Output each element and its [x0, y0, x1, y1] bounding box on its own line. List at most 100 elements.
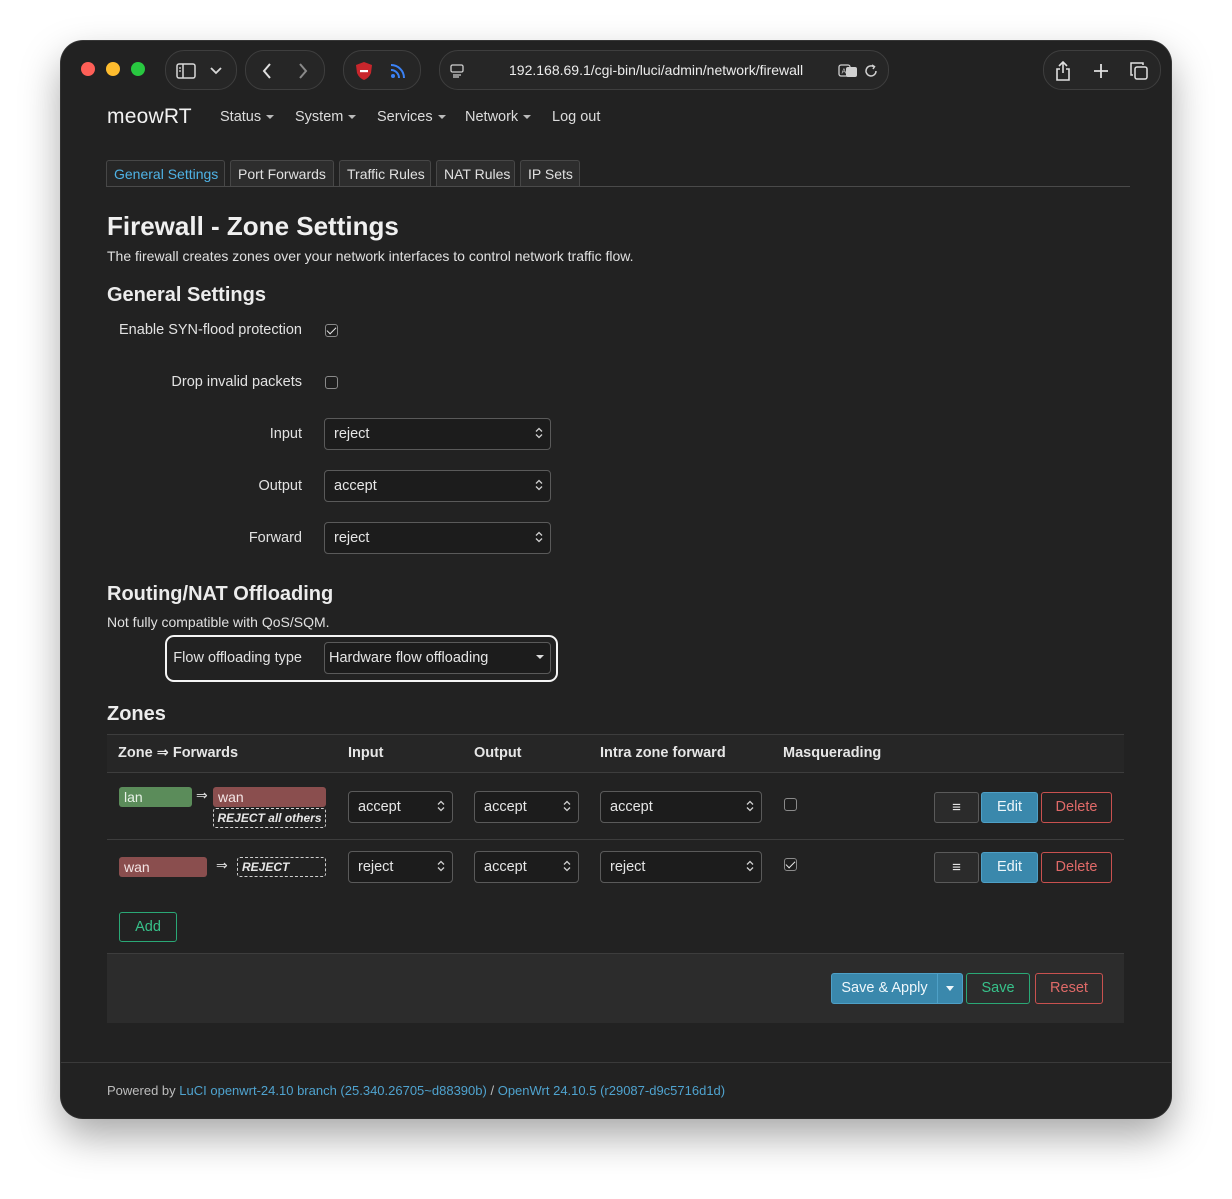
zone-output-select[interactable]: accept [474, 851, 579, 883]
output-label: Output [258, 478, 302, 494]
save-apply-dropdown-button[interactable] [937, 973, 963, 1004]
add-zone-button[interactable]: Add [119, 912, 177, 942]
menu-system[interactable]: System [295, 109, 357, 125]
forward-label: Forward [248, 530, 302, 546]
select-updown-icon [746, 852, 754, 882]
drag-handle-button[interactable]: ≡ [934, 792, 979, 823]
edit-zone-button[interactable]: Edit [981, 792, 1038, 823]
forward-icon[interactable] [292, 51, 314, 89]
menu-logout[interactable]: Log out [552, 109, 600, 125]
caret-down-icon [536, 643, 544, 673]
caret-down-icon [266, 115, 275, 120]
zone-badge-lan: lan [119, 787, 192, 807]
select-updown-icon [746, 792, 754, 822]
col-masquerading: Masquerading [783, 745, 882, 761]
zones-table-header: Zone ⇒ Forwards Input Output Intra zone … [107, 734, 1124, 773]
delete-zone-button[interactable]: Delete [1041, 852, 1112, 883]
col-output: Output [474, 745, 522, 761]
tab-overview-icon[interactable] [1126, 51, 1152, 89]
extensions-group [343, 50, 421, 90]
share-icon[interactable] [1050, 51, 1076, 89]
save-button[interactable]: Save [966, 973, 1030, 1004]
zone-input-select[interactable]: accept [348, 791, 453, 823]
forward-policy-select[interactable]: reject [324, 522, 551, 554]
translate-icon[interactable]: A [836, 51, 860, 89]
caret-down-icon [348, 115, 357, 120]
reload-icon[interactable] [860, 51, 882, 89]
select-updown-icon [535, 471, 543, 501]
zoom-window-button[interactable] [131, 62, 145, 76]
general-settings-heading: General Settings [107, 284, 266, 306]
svg-text:A: A [842, 67, 847, 75]
chevron-down-icon[interactable] [206, 51, 226, 89]
zone-intra-select[interactable]: reject [600, 851, 762, 883]
new-tab-icon[interactable] [1088, 51, 1114, 89]
reject-all-others-badge: REJECT all others [213, 808, 326, 828]
select-updown-icon [535, 523, 543, 553]
tab-nat-rules[interactable]: NAT Rules [436, 160, 515, 186]
page-description: The firewall creates zones over your net… [107, 248, 634, 264]
sidebar-icon[interactable] [174, 51, 198, 89]
tab-traffic-rules[interactable]: Traffic Rules [339, 160, 431, 186]
footer-divider [61, 1062, 1171, 1063]
zone-intra-select[interactable]: accept [600, 791, 762, 823]
browser-window: 192.168.69.1/cgi-bin/luci/admin/network/… [61, 41, 1171, 1118]
zone-output-select[interactable]: accept [474, 791, 579, 823]
drag-handle-button[interactable]: ≡ [934, 852, 979, 883]
ad-blocker-shield-icon[interactable] [352, 51, 376, 89]
zone-badge-wan: wan [119, 857, 207, 877]
rss-feed-icon[interactable] [386, 51, 410, 89]
back-icon[interactable] [256, 51, 278, 89]
reject-badge: REJECT [237, 857, 326, 877]
forwards-arrow: ⇒ [196, 787, 208, 803]
delete-zone-button[interactable]: Delete [1041, 792, 1112, 823]
menu-services[interactable]: Services [377, 109, 446, 125]
menu-network[interactable]: Network [465, 109, 532, 125]
url-text[interactable]: 192.168.69.1/cgi-bin/luci/admin/network/… [509, 51, 803, 89]
caret-down-icon [523, 115, 532, 120]
close-window-button[interactable] [81, 62, 95, 76]
masquerading-checkbox[interactable] [784, 798, 797, 811]
openwrt-version-link[interactable]: OpenWrt 24.10.5 (r29087-d9c5716d1d) [498, 1083, 725, 1098]
syn-flood-checkbox[interactable] [325, 324, 338, 337]
page-title: Firewall - Zone Settings [107, 211, 399, 241]
select-updown-icon [437, 852, 445, 882]
sidebar-toggle-group [165, 50, 237, 90]
edit-zone-button[interactable]: Edit [981, 852, 1038, 883]
col-input: Input [348, 745, 384, 761]
window-actions-group [1043, 50, 1161, 90]
syn-flood-label: Enable SYN-flood protection [119, 322, 302, 338]
input-policy-select[interactable]: reject [324, 418, 551, 450]
page-settings-icon[interactable] [448, 51, 466, 89]
offloading-note: Not fully compatible with QoS/SQM. [107, 614, 330, 630]
address-bar[interactable]: 192.168.69.1/cgi-bin/luci/admin/network/… [439, 50, 889, 90]
row-divider [107, 839, 1124, 840]
history-nav-group [245, 50, 325, 90]
tab-general-settings[interactable]: General Settings [106, 160, 225, 186]
offloading-heading: Routing/NAT Offloading [107, 583, 334, 605]
caret-down-icon [946, 985, 954, 991]
output-policy-select[interactable]: accept [324, 470, 551, 502]
tab-ip-sets[interactable]: IP Sets [520, 160, 580, 186]
browser-toolbar: 192.168.69.1/cgi-bin/luci/admin/network/… [61, 41, 1171, 99]
select-updown-icon [535, 419, 543, 449]
select-updown-icon [563, 852, 571, 882]
luci-version-link[interactable]: LuCI openwrt-24.10 branch (25.340.26705~… [179, 1083, 487, 1098]
zones-heading: Zones [107, 703, 166, 725]
select-updown-icon [437, 792, 445, 822]
forward-badge-wan: wan [213, 787, 326, 807]
menu-status[interactable]: Status [220, 109, 275, 125]
col-intra-zone-forward: Intra zone forward [600, 745, 726, 761]
zone-input-select[interactable]: reject [348, 851, 453, 883]
tab-port-forwards[interactable]: Port Forwards [230, 160, 334, 186]
col-zone-forwards: Zone ⇒ Forwards [118, 745, 239, 761]
powered-by-footer: Powered by LuCI openwrt-24.10 branch (25… [107, 1083, 726, 1098]
drop-invalid-checkbox[interactable] [325, 376, 338, 389]
brand-logo[interactable]: meowRT [107, 105, 192, 129]
minimize-window-button[interactable] [106, 62, 120, 76]
reset-button[interactable]: Reset [1035, 973, 1103, 1004]
save-apply-button[interactable]: Save & Apply [831, 973, 938, 1004]
flow-offloading-select[interactable]: Hardware flow offloading [324, 642, 551, 674]
masquerading-checkbox[interactable] [784, 858, 797, 871]
flow-offloading-label: Flow offloading type [173, 650, 302, 666]
